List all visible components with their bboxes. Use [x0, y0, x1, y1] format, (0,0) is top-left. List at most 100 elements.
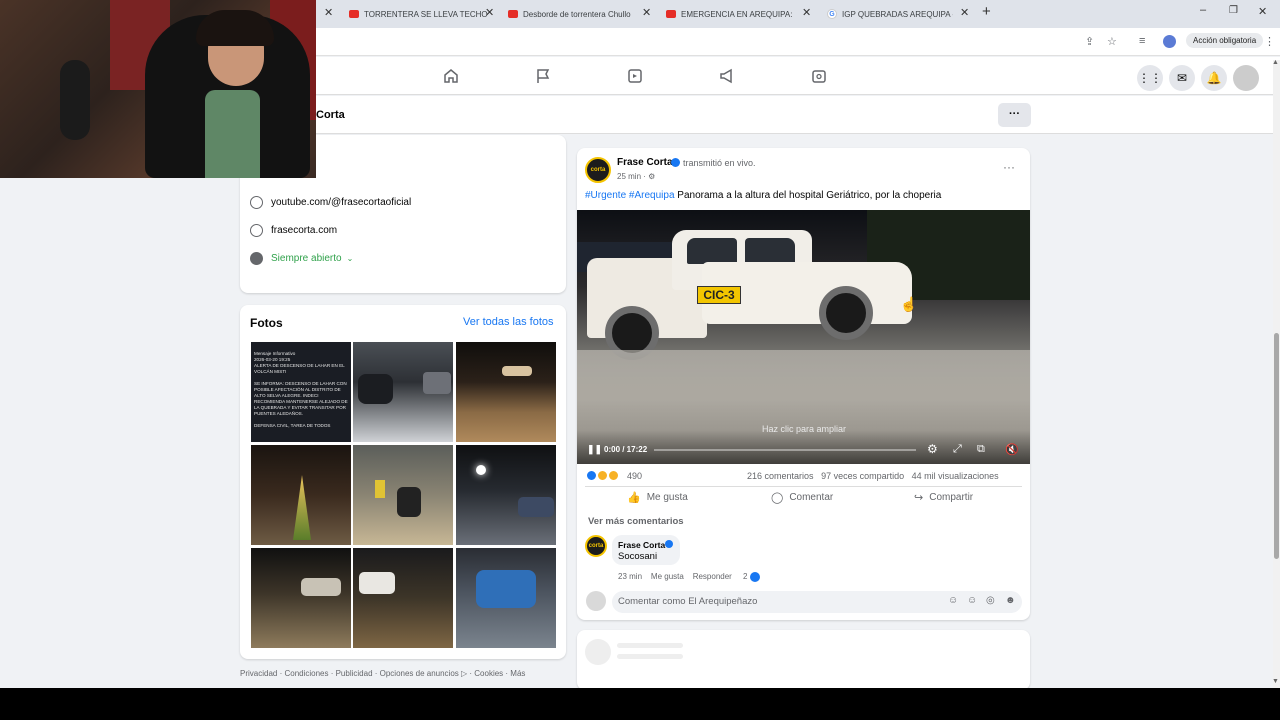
camera-icon[interactable]: ◎ — [986, 595, 995, 606]
see-more-comments-link[interactable]: Ver más comentarios — [588, 516, 684, 527]
browser-tab[interactable]: TORRENTERA SE LLEVA TECHO — [349, 4, 499, 24]
pages-flag-icon[interactable] — [534, 67, 552, 85]
post-author[interactable]: Frase Corta — [617, 157, 673, 168]
photo-thumb[interactable] — [456, 342, 556, 442]
browser-tab[interactable]: EMERGENCIA EN AREQUIPA: LL — [666, 4, 794, 24]
sad-reaction-icon — [608, 470, 619, 481]
cursor-icon: ☝ — [900, 296, 918, 312]
photo-thumb[interactable] — [353, 445, 453, 545]
profile-icon[interactable] — [1163, 35, 1176, 48]
photo-thumb[interactable] — [353, 548, 453, 648]
website-link[interactable]: frasecorta.com — [271, 225, 337, 236]
page-name: Corta — [316, 109, 345, 121]
close-tab-icon[interactable]: ✕ — [960, 6, 969, 19]
post-more-icon[interactable]: ··· — [1003, 160, 1015, 174]
post-timestamp[interactable]: 25 min · ⚙ — [617, 172, 655, 181]
see-all-photos-link[interactable]: Ver todas las fotos — [463, 316, 554, 328]
comment-input-placeholder[interactable]: Comentar como El Arequipeñazo — [618, 596, 757, 607]
avatar-sticker-icon[interactable]: ☺ — [948, 595, 958, 606]
hashtag-link[interactable]: #Arequipa — [629, 190, 675, 201]
hours-text[interactable]: Siempre abierto — [271, 253, 342, 264]
loading-line — [617, 643, 683, 648]
comment-author[interactable]: Frase Corta — [618, 540, 665, 550]
browser-tab[interactable]: G IGP QUEBRADAS AREQUIPA - B — [827, 4, 953, 24]
click-to-expand-hint[interactable]: Haz clic para ampliar — [720, 424, 888, 434]
post-body: Panorama a la altura del hospital Geriát… — [677, 190, 942, 201]
photo-thumb[interactable]: Mensaje Informativo 2026-03-20 19:25 ALE… — [251, 342, 351, 442]
close-tab-icon[interactable]: ✕ — [324, 6, 333, 19]
tab-title: EMERGENCIA EN AREQUIPA: LL — [681, 9, 794, 19]
photo-thumb[interactable] — [456, 445, 556, 545]
restore-icon[interactable]: ❐ — [1229, 5, 1238, 16]
close-tab-icon[interactable]: ✕ — [642, 6, 651, 19]
comment-reply-link[interactable]: Responder — [693, 572, 732, 581]
reading-list-icon[interactable]: ≡ — [1139, 35, 1145, 47]
emoji-icon[interactable]: ☺ — [967, 595, 977, 606]
minimize-icon[interactable]: – — [1200, 4, 1206, 16]
intro-website-row[interactable]: frasecorta.com — [250, 224, 337, 237]
mute-icon[interactable]: 🔇 — [1005, 443, 1019, 456]
photo-thumb[interactable] — [251, 548, 351, 648]
pause-icon[interactable]: ❚❚ — [587, 444, 602, 455]
comment-likes-count: 2 — [742, 572, 748, 582]
intro-hours-row[interactable]: Siempre abierto ⌄ — [250, 252, 353, 265]
post-action-text: transmitió en vivo. — [683, 158, 756, 168]
messenger-icon[interactable]: ✉ — [1169, 65, 1195, 91]
comment-author-avatar[interactable]: corta — [585, 535, 607, 557]
scroll-down-icon[interactable]: ▼ — [1272, 678, 1279, 685]
share-button[interactable]: ↪ Compartir — [914, 491, 973, 504]
comment-text: Socosani — [618, 551, 658, 562]
new-tab-icon[interactable]: + — [982, 3, 991, 20]
comment-bubble-icon: ◯ — [771, 492, 784, 504]
comments-count[interactable]: 216 comentarios — [747, 471, 814, 481]
globe-icon — [250, 224, 263, 237]
fullscreen-icon[interactable]: ⤢ — [953, 443, 962, 456]
bookmark-star-icon[interactable]: ☆ — [1107, 35, 1117, 48]
pip-icon[interactable]: ⧉ — [977, 443, 985, 456]
verified-badge-icon — [671, 158, 680, 167]
photo-thumb[interactable] — [456, 548, 556, 648]
browser-menu-icon[interactable]: ⋮ — [1264, 35, 1275, 48]
settings-gear-icon[interactable]: ⚙ — [927, 442, 938, 456]
comment-time[interactable]: 23 min — [618, 572, 642, 581]
intro-youtube-row[interactable]: youtube.com/@frasecortaoficial — [250, 196, 411, 209]
tab-title: Desborde de torrentera Chullo — [523, 9, 631, 19]
like-button[interactable]: 👍 Me gusta — [627, 491, 688, 504]
tab-title: IGP QUEBRADAS AREQUIPA - B — [842, 9, 953, 19]
home-icon[interactable] — [442, 67, 460, 85]
comment-button[interactable]: ◯ Comentar — [771, 491, 833, 504]
chevron-down-icon[interactable]: ⌄ — [347, 254, 354, 263]
browser-tab[interactable]: Desborde de torrentera Chullo — [508, 4, 633, 24]
scroll-up-icon[interactable]: ▲ — [1272, 59, 1279, 66]
views-count: 44 mil visualizaciones — [911, 471, 999, 481]
megaphone-icon[interactable] — [718, 67, 736, 85]
install-app-icon[interactable]: ⇪ — [1085, 35, 1094, 48]
required-action-button[interactable]: Acción obligatoria — [1186, 33, 1264, 48]
gaming-icon[interactable] — [810, 67, 828, 85]
sticker-icon[interactable]: ☻ — [1005, 595, 1016, 606]
close-window-icon[interactable]: ✕ — [1258, 5, 1267, 18]
account-avatar[interactable] — [1233, 65, 1259, 91]
footer-links[interactable]: Privacidad · Condiciones · Publicidad · … — [240, 669, 525, 678]
shares-count[interactable]: 97 veces compartido — [821, 471, 904, 481]
like-reaction-icon — [749, 572, 760, 582]
video-progress-bar[interactable] — [654, 449, 916, 451]
photo-thumb-text: Mensaje Informativo 2026-03-20 19:25 ALE… — [254, 351, 348, 428]
author-avatar[interactable]: corta — [585, 157, 611, 183]
scrollbar-thumb[interactable] — [1274, 333, 1279, 559]
close-tab-icon[interactable]: ✕ — [485, 6, 494, 19]
notifications-bell-icon[interactable]: 🔔 — [1201, 65, 1227, 91]
comment-like-link[interactable]: Me gusta — [651, 572, 684, 581]
video-icon[interactable] — [626, 67, 644, 85]
photo-thumb[interactable] — [353, 342, 453, 442]
photo-thumb[interactable] — [251, 445, 351, 545]
globe-icon — [250, 196, 263, 209]
close-tab-icon[interactable]: ✕ — [802, 6, 811, 19]
person-shirt — [205, 90, 260, 178]
youtube-link[interactable]: youtube.com/@frasecortaoficial — [271, 197, 411, 208]
hashtag-link[interactable]: #Urgente — [585, 190, 626, 201]
loading-avatar — [585, 639, 611, 665]
reactions-count[interactable]: 490 — [627, 471, 642, 481]
menu-grid-icon[interactable]: ⋮⋮ — [1137, 65, 1163, 91]
page-more-button[interactable]: ··· — [998, 103, 1031, 127]
